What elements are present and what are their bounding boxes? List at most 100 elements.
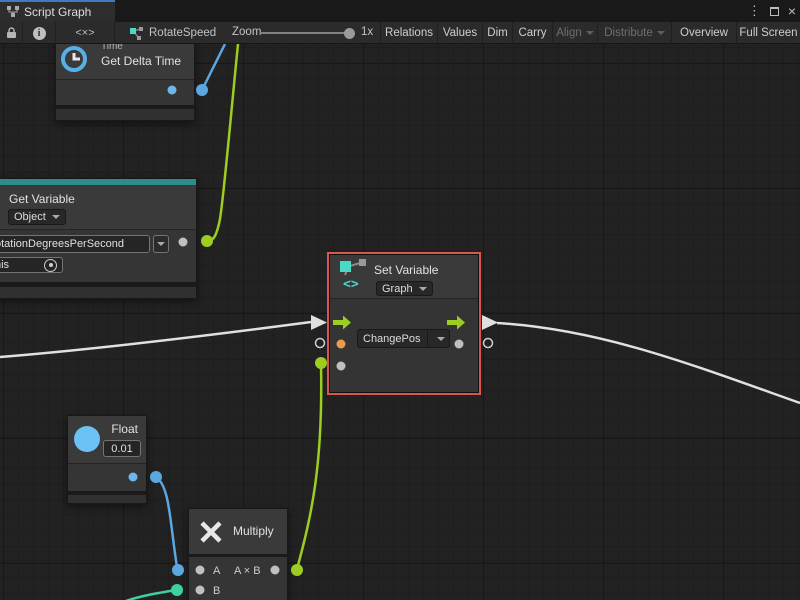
chevron-down-icon bbox=[657, 31, 665, 35]
node-title: Multiply bbox=[233, 524, 274, 538]
zoom-slider-handle[interactable] bbox=[344, 28, 355, 39]
node-footer bbox=[0, 286, 196, 298]
target-icon[interactable] bbox=[44, 259, 57, 272]
variable-name: ChangePos bbox=[363, 333, 421, 345]
node-footer bbox=[330, 376, 478, 386]
graph-variable-icon: <> bbox=[339, 259, 369, 291]
node-footer bbox=[56, 108, 194, 120]
port-row bbox=[56, 79, 194, 105]
code-brackets-icon: <×> bbox=[75, 27, 94, 39]
node-header: Multiply bbox=[189, 509, 287, 554]
info-icon: i bbox=[33, 27, 46, 40]
wire-endpoint bbox=[201, 235, 213, 247]
wire-flow-in bbox=[0, 322, 311, 357]
node-body: otationDegreesPerSecond his bbox=[0, 229, 196, 282]
wire-multiply-to-setvar bbox=[297, 364, 321, 569]
carry-label: Carry bbox=[518, 27, 546, 39]
port-b-label: B bbox=[213, 585, 220, 597]
graph-icon bbox=[7, 6, 19, 18]
menu-icon[interactable]: ⋮ bbox=[748, 3, 761, 19]
target-label: his bbox=[0, 259, 9, 271]
graph-reference[interactable]: RotateSpeed bbox=[115, 22, 216, 44]
dim-button[interactable]: Dim bbox=[483, 22, 513, 44]
align-button: Align bbox=[553, 22, 598, 44]
wire-endpoint bbox=[291, 564, 303, 576]
chevron-down-icon bbox=[157, 242, 165, 246]
node-set-variable[interactable]: <> Set Variable Graph ChangePos bbox=[329, 254, 479, 393]
wire-endpoint bbox=[172, 564, 184, 576]
graph-canvas[interactable]: Time Get Delta Time Get Variable Object … bbox=[0, 44, 800, 600]
float-circle-icon bbox=[74, 426, 100, 452]
unconnected-endpoint-ring bbox=[316, 339, 325, 348]
chevron-down-icon bbox=[586, 31, 594, 35]
node-get-variable[interactable]: Get Variable Object otationDegreesPerSec… bbox=[0, 178, 197, 299]
distribute-label: Distribute bbox=[604, 27, 653, 39]
tab-script-graph[interactable]: Script Graph bbox=[0, 0, 115, 22]
node-multiply[interactable]: Multiply A A × B B bbox=[188, 508, 288, 600]
wire-endpoint bbox=[150, 471, 162, 483]
info-button[interactable]: i bbox=[23, 22, 56, 44]
distribute-button: Distribute bbox=[598, 22, 672, 44]
fullscreen-label: Full Screen bbox=[739, 27, 797, 39]
lock-button[interactable] bbox=[0, 22, 23, 44]
port-result-label: A × B bbox=[234, 565, 261, 577]
zoom-slider[interactable] bbox=[260, 32, 350, 34]
node-header: Get Variable Object bbox=[0, 185, 196, 229]
node-footer bbox=[68, 494, 146, 503]
overview-button[interactable]: Overview bbox=[672, 22, 737, 44]
maximize-icon[interactable] bbox=[770, 7, 779, 16]
zoom-label: Zoom bbox=[232, 26, 261, 38]
port-a-label: A bbox=[213, 565, 220, 577]
clock-icon bbox=[60, 45, 88, 73]
values-label: Values bbox=[443, 27, 477, 39]
node-category: Time bbox=[101, 44, 123, 52]
wire-flow-out bbox=[497, 323, 800, 403]
wire-endpoint bbox=[196, 84, 208, 96]
tab-title: Script Graph bbox=[24, 5, 91, 19]
wire-endpoint bbox=[315, 357, 327, 369]
node-float[interactable]: Float 0.01 bbox=[67, 415, 147, 504]
window-controls: ⋮ × bbox=[748, 0, 796, 22]
flow-arrow-out bbox=[482, 315, 498, 330]
variable-scope-dropdown[interactable]: Graph bbox=[376, 281, 433, 296]
node-header: Float 0.01 bbox=[68, 416, 146, 463]
fullscreen-button[interactable]: Full Screen bbox=[737, 22, 800, 44]
graph-reference-label: RotateSpeed bbox=[149, 27, 216, 39]
overview-label: Overview bbox=[680, 27, 728, 39]
multiply-cross-icon bbox=[198, 519, 224, 545]
tab-bar: Script Graph ⋮ × bbox=[0, 0, 800, 22]
wire-float-to-multiply bbox=[156, 477, 177, 567]
variable-picker-button[interactable] bbox=[153, 235, 169, 253]
values-button[interactable]: Values bbox=[438, 22, 483, 44]
node-header: <> Set Variable Graph bbox=[330, 255, 478, 298]
graph-icon bbox=[130, 27, 144, 40]
node-title: Set Variable bbox=[374, 263, 438, 277]
float-value-field[interactable]: 0.01 bbox=[103, 440, 141, 457]
svg-text:<>: <> bbox=[343, 277, 359, 291]
scope-label: Graph bbox=[382, 283, 413, 295]
variable-name-field[interactable]: otationDegreesPerSecond bbox=[0, 235, 150, 253]
chevron-down-icon bbox=[437, 337, 445, 341]
dim-label: Dim bbox=[487, 27, 507, 39]
unconnected-endpoint-ring bbox=[484, 339, 493, 348]
relations-button[interactable]: Relations bbox=[380, 22, 438, 44]
unity-script-graph-window: Script Graph ⋮ × i <×> bbox=[0, 0, 800, 600]
close-icon[interactable]: × bbox=[788, 4, 796, 18]
chevron-down-icon bbox=[419, 287, 427, 291]
variable-name-dropdown[interactable]: ChangePos bbox=[357, 329, 450, 348]
variable-scope-dropdown[interactable]: Object bbox=[8, 209, 66, 225]
target-object-field[interactable]: his bbox=[0, 257, 63, 273]
port-row bbox=[68, 463, 146, 491]
graph-toolbar: i <×> RotateSpeed Zoom 1x Relations Valu… bbox=[0, 22, 800, 44]
chevron-down-icon bbox=[52, 215, 60, 219]
carry-button[interactable]: Carry bbox=[513, 22, 553, 44]
selection-outline: <> Set Variable Graph ChangePos bbox=[327, 252, 481, 395]
code-view-button[interactable]: <×> bbox=[56, 22, 115, 44]
node-header: Time Get Delta Time bbox=[56, 44, 194, 79]
flow-arrow-in bbox=[311, 315, 327, 330]
node-title: Get Variable bbox=[9, 192, 75, 206]
scope-label: Object bbox=[14, 211, 46, 223]
wire-delta-time-out bbox=[202, 44, 225, 90]
wire-endpoint bbox=[171, 584, 183, 596]
node-get-delta-time[interactable]: Time Get Delta Time bbox=[55, 44, 195, 121]
